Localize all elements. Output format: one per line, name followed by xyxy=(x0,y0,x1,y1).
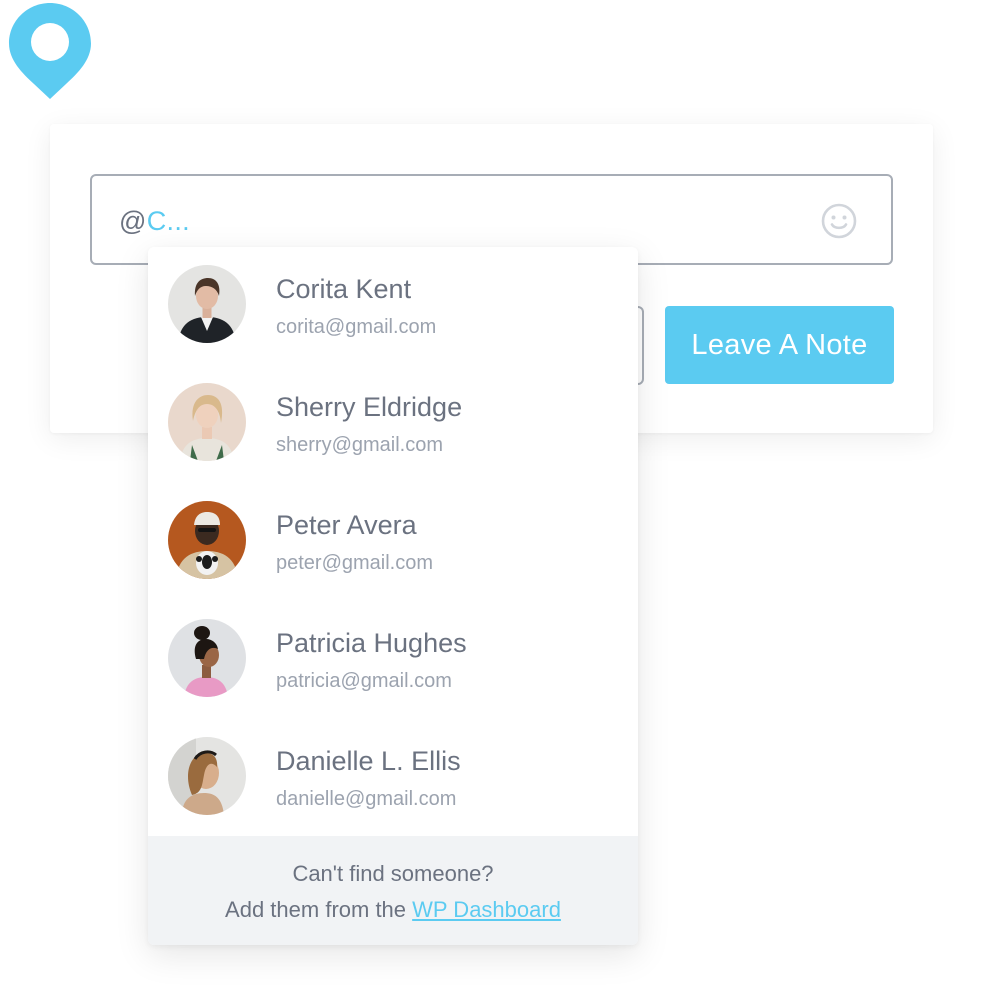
avatar xyxy=(168,737,246,815)
mention-email: peter@gmail.com xyxy=(276,552,434,574)
footer-prompt-line: Add them from the WP Dashboard xyxy=(148,896,638,924)
mention-email: corita@gmail.com xyxy=(276,316,437,338)
smiley-face-icon[interactable] xyxy=(820,202,858,240)
mention-item[interactable]: Patricia Hughes patricia@gmail.com xyxy=(148,601,638,719)
leave-note-button[interactable]: Leave A Note xyxy=(665,306,894,384)
mention-dropdown: Corita Kent corita@gmail.com Sherry Eldr… xyxy=(148,247,638,945)
mention-name: Danielle L. Ellis xyxy=(276,746,461,776)
mention-list: Corita Kent corita@gmail.com Sherry Eldr… xyxy=(148,247,638,837)
mention-name: Peter Avera xyxy=(276,510,417,540)
map-pin-icon xyxy=(8,0,92,100)
wp-dashboard-link[interactable]: WP Dashboard xyxy=(412,897,561,922)
dropdown-footer: Can't find someone? Add them from the WP… xyxy=(148,836,638,945)
avatar xyxy=(168,619,246,697)
mention-email: danielle@gmail.com xyxy=(276,788,457,810)
mention-name: Corita Kent xyxy=(276,274,412,304)
mention-prefix: @ xyxy=(119,206,147,236)
mention-email: patricia@gmail.com xyxy=(276,670,452,692)
mention-item[interactable]: Sherry Eldridge sherry@gmail.com xyxy=(148,365,638,483)
avatar xyxy=(168,501,246,579)
mention-item[interactable]: Corita Kent corita@gmail.com xyxy=(148,247,638,365)
footer-question: Can't find someone? xyxy=(292,861,494,886)
avatar xyxy=(168,265,246,343)
mention-query: C... xyxy=(146,206,190,236)
mention-item[interactable]: Peter Avera peter@gmail.com xyxy=(148,483,638,601)
mention-name: Patricia Hughes xyxy=(276,628,467,658)
avatar xyxy=(168,383,246,461)
mention-email: sherry@gmail.com xyxy=(276,434,444,456)
mention-item[interactable]: Danielle L. Ellis danielle@gmail.com xyxy=(148,719,638,837)
footer-prompt: Add them from the xyxy=(225,897,407,922)
mention-input-text: @C... xyxy=(119,204,190,238)
mention-name: Sherry Eldridge xyxy=(276,392,463,422)
